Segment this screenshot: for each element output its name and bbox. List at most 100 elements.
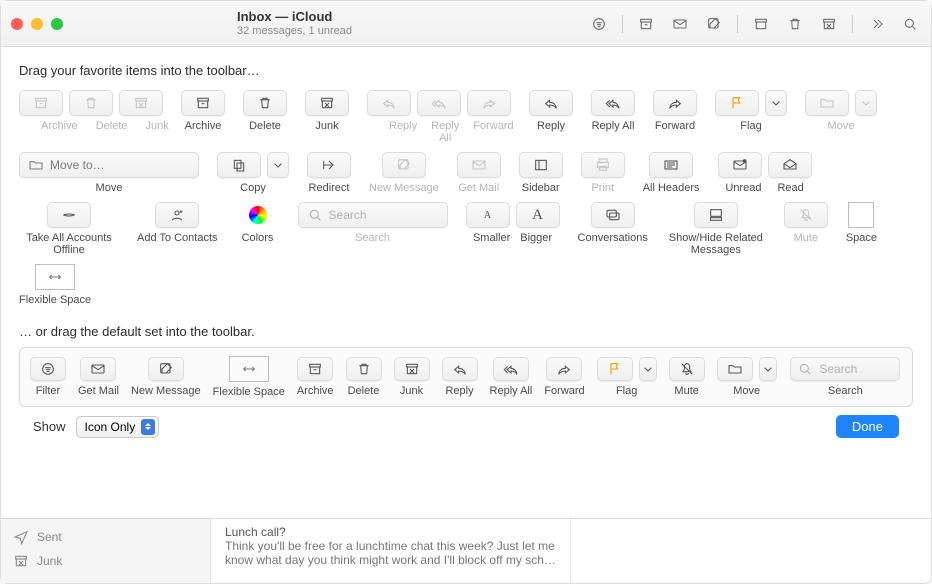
sidebar-item-sent[interactable]: Sent	[11, 525, 200, 549]
sidebar-peek: Sent Junk	[1, 519, 211, 583]
filter-icon[interactable]	[588, 14, 610, 34]
item-print[interactable]: Print	[581, 152, 625, 194]
item-junk[interactable]: Junk	[305, 90, 349, 144]
item-copy[interactable]: Copy	[217, 152, 289, 194]
item-reply-all[interactable]: Reply All	[591, 90, 635, 144]
instruction-text: Drag your favorite items into the toolba…	[19, 63, 913, 78]
reply-all-icon	[417, 90, 461, 116]
item-search[interactable]: Search Search	[298, 202, 448, 256]
toolbar-junk-icon[interactable]	[818, 14, 840, 34]
item-group-archive-delete-junk[interactable]: Archive Delete Junk	[19, 90, 163, 144]
space-icon	[848, 202, 874, 228]
window-controls	[11, 18, 63, 30]
item-redirect[interactable]: Redirect	[307, 152, 351, 194]
default-reply[interactable]: Reply	[442, 357, 478, 397]
default-junk[interactable]: Junk	[394, 357, 430, 397]
select-stepper-icon	[141, 419, 155, 435]
sheet-footer: Show Icon Only Done	[19, 407, 913, 446]
item-move-to-field[interactable]: Move to… Move	[19, 152, 199, 194]
mute-icon	[669, 357, 705, 381]
item-conversations[interactable]: Conversations	[578, 202, 648, 256]
flexible-space-icon	[35, 264, 75, 290]
reply-icon	[442, 357, 478, 381]
item-colors[interactable]: Colors	[236, 202, 280, 256]
label: Forward	[655, 120, 695, 132]
default-move[interactable]: Move	[717, 357, 777, 397]
sidebar-item-junk[interactable]: Junk	[11, 549, 200, 573]
default-flag[interactable]: Flag	[597, 357, 657, 397]
preview-subject: Lunch call?	[225, 525, 556, 539]
label-delete: Delete	[96, 120, 128, 132]
chevron-down-icon	[759, 357, 777, 381]
toolbar-search-icon[interactable]	[899, 14, 921, 34]
forward-icon	[546, 357, 582, 381]
search-placeholder: Search	[329, 208, 367, 222]
item-all-headers[interactable]: All Headers	[643, 152, 700, 194]
filter-icon	[30, 357, 66, 381]
headers-icon	[649, 152, 693, 178]
item-take-offline[interactable]: Take All Accounts Offline	[19, 202, 119, 256]
item-flag[interactable]: Flag	[715, 90, 787, 144]
compose-icon	[382, 152, 426, 178]
reply-icon	[367, 90, 411, 116]
label: Add To Contacts	[137, 232, 218, 244]
toolbar-overflow-icon[interactable]	[865, 14, 887, 34]
default-filter[interactable]: Filter	[30, 357, 66, 397]
compose-icon	[148, 357, 184, 381]
toolbar-compose-icon[interactable]	[703, 14, 725, 34]
smaller-icon: A	[466, 202, 510, 228]
minimize-window-button[interactable]	[31, 18, 43, 30]
search-icon	[307, 207, 323, 223]
item-move-disabled[interactable]: Move	[805, 90, 877, 144]
item-forward[interactable]: Forward	[653, 90, 697, 144]
toolbar-box-icon[interactable]	[750, 14, 772, 34]
item-new-message[interactable]: New Message	[369, 152, 439, 194]
item-archive[interactable]: Archive	[181, 90, 225, 144]
label-forward: Forward	[473, 120, 513, 144]
default-forward[interactable]: Forward	[544, 357, 584, 397]
default-delete[interactable]: Delete	[346, 357, 382, 397]
item-space[interactable]: Space	[846, 202, 877, 256]
default-flexible-space[interactable]: Flexible Space	[213, 356, 285, 398]
flexible-space-icon	[229, 356, 269, 382]
default-get-mail[interactable]: Get Mail	[78, 357, 119, 397]
item-smaller-bigger[interactable]: A A Smaller Bigger	[466, 202, 560, 256]
zoom-window-button[interactable]	[51, 18, 63, 30]
delete-icon	[346, 357, 382, 381]
default-archive[interactable]: Archive	[297, 357, 334, 397]
window-title: Inbox — iCloud	[237, 9, 352, 25]
background-mail-peek: Sent Junk Lunch call? Think you'll be fr…	[1, 519, 931, 583]
item-sidebar[interactable]: Sidebar	[519, 152, 563, 194]
message-preview[interactable]: Lunch call? Think you'll be free for a l…	[211, 519, 571, 583]
default-set-strip[interactable]: Filter Get Mail New Message Flexible Spa…	[19, 347, 913, 407]
item-add-to-contacts[interactable]: Add To Contacts	[137, 202, 218, 256]
flag-icon	[715, 90, 759, 116]
reply-icon	[529, 90, 573, 116]
reply-all-icon	[493, 357, 529, 381]
toolbar-trash-icon[interactable]	[784, 14, 806, 34]
item-get-mail[interactable]: Get Mail	[457, 152, 501, 194]
item-group-reply-all-forward[interactable]: Reply Reply All Forward	[367, 90, 511, 144]
done-button[interactable]: Done	[836, 415, 899, 438]
item-flexible-space[interactable]: Flexible Space	[19, 264, 91, 306]
toolbar-right	[588, 14, 921, 34]
item-reply[interactable]: Reply	[529, 90, 573, 144]
item-unread-read[interactable]: Unread Read	[718, 152, 812, 194]
default-search[interactable]: Search Search	[789, 357, 902, 397]
toolbar-getmail-icon[interactable]	[669, 14, 691, 34]
unread-icon	[718, 152, 762, 178]
item-related-messages[interactable]: Show/Hide Related Messages	[666, 202, 766, 256]
default-reply-all[interactable]: Reply All	[490, 357, 533, 397]
titlebar: Inbox — iCloud 32 messages, 1 unread	[1, 1, 931, 47]
default-mute[interactable]: Mute	[669, 357, 705, 397]
move-to-field: Move to…	[19, 152, 199, 178]
toolbar-archive-icon[interactable]	[635, 14, 657, 34]
show-label: Show	[33, 419, 66, 434]
item-mute[interactable]: Mute	[784, 202, 828, 256]
default-new-message[interactable]: New Message	[131, 357, 201, 397]
label: Copy	[240, 182, 266, 194]
label: Delete	[249, 120, 281, 132]
item-delete[interactable]: Delete	[243, 90, 287, 144]
customize-toolbar-sheet: Drag your favorite items into the toolba…	[1, 47, 931, 519]
close-window-button[interactable]	[11, 18, 23, 30]
